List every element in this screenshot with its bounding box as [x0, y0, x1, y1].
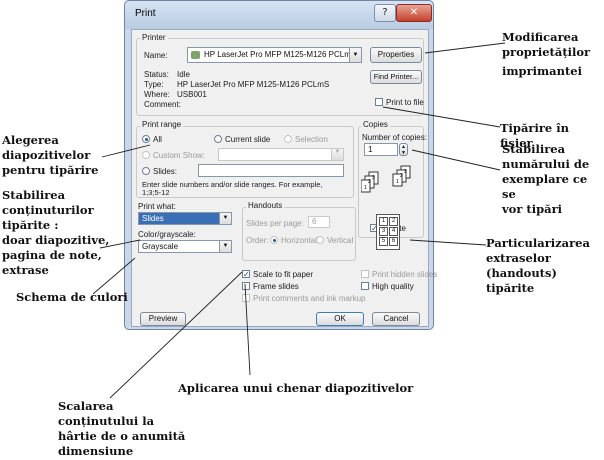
annotation-line: hârtie de o anumită	[58, 429, 186, 443]
annotation-range: Alegerea diapozitivelor pentru tipărire	[2, 133, 98, 178]
annotation-line: extrase	[2, 263, 49, 277]
annotation-line: (handouts)	[486, 266, 557, 280]
callout-line-handouts	[409, 239, 487, 246]
annotation-line: dimensiune	[58, 444, 134, 458]
annotation-line: diapozitivelor	[2, 148, 91, 162]
annotation-line: pentru tipărire	[2, 163, 99, 177]
annotation-line: conținutului la	[58, 414, 155, 428]
annotation-line: Alegerea	[2, 133, 59, 147]
callout-line-range	[101, 144, 151, 158]
callout-line-copies	[411, 149, 501, 171]
annotation-line: pagina de note,	[2, 248, 102, 262]
annotation-line: exemplare ce se	[502, 172, 588, 201]
annotation-properties: Modificarea proprietăților imprimantei	[502, 30, 590, 79]
callout-line-print-to-file	[382, 106, 501, 128]
annotation-color: Schema de culori	[16, 290, 128, 304]
annotation-line: Stabilirea	[2, 188, 66, 202]
annotation-line: Stabilirea	[502, 142, 566, 156]
annotation-line: Scalarea	[58, 399, 114, 413]
annotation-handouts: Particularizarea extraselor (handouts) t…	[486, 236, 590, 296]
callout-line-frame	[244, 283, 251, 376]
annotation-scale: Scalarea conținutului la hârtie de o anu…	[58, 399, 185, 459]
annotation-line: Particularizarea	[486, 236, 590, 250]
annotation-line: conținuturilor	[2, 203, 94, 217]
annotation-line: proprietăților	[502, 45, 591, 59]
callout-line-properties	[424, 42, 506, 54]
annotation-line: vor tipări	[502, 202, 563, 216]
annotation-line: tipărite	[486, 281, 535, 295]
annotation-line: extraselor	[486, 251, 551, 265]
annotation-frame: Aplicarea unui chenar diapozitivelor	[178, 381, 414, 395]
callout-line-scale	[109, 271, 243, 399]
annotation-line: doar diapozitive,	[2, 233, 110, 247]
annotation-line: Modificarea	[502, 30, 579, 44]
annotation-line: imprimantei	[502, 64, 582, 78]
annotation-line: numărului de	[502, 157, 590, 171]
annotation-copies: Stabilirea numărului de exemplare ce se …	[502, 142, 604, 217]
annotation-content: Stabilirea conținuturilor tipărite : doa…	[2, 188, 109, 278]
annotation-line: tipărite :	[2, 218, 59, 232]
